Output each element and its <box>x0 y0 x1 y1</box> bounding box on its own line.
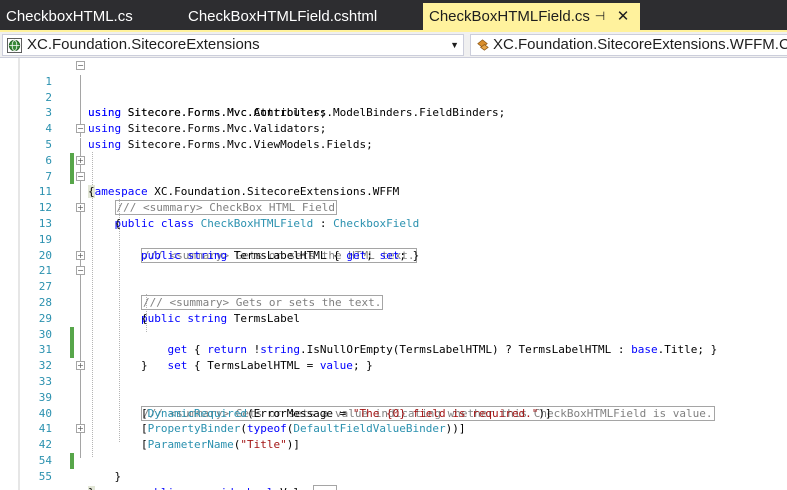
code-line[interactable]: 28 { <box>0 279 787 325</box>
project-dropdown[interactable]: XC.Foundation.SitecoreExtensions ▼ <box>2 34 464 56</box>
code-text: } <box>88 469 122 483</box>
code-line[interactable]: 30 set { TermsLabelHTML = value; } <box>0 311 787 373</box>
class-scope-dropdown[interactable]: XC.Foundation.SitecoreExtensions.WFFM.Ch… <box>470 34 787 56</box>
code-line[interactable]: 3 using Sitecore.Forms.Mvc.Validators; <box>0 90 787 135</box>
tab-checkboxhtml-cs[interactable]: CheckboxHTML.cs <box>0 3 176 30</box>
project-name: XC.Foundation.SitecoreExtensions <box>27 36 260 53</box>
tab-checkboxhtmlfield-cs[interactable]: CheckBoxHTMLField.cs ⊣ ✕ <box>423 3 640 30</box>
code-line[interactable]: 32 <box>0 342 787 372</box>
pin-icon[interactable]: ⊣ <box>591 3 609 30</box>
code-line[interactable]: 42 + public override bool Value... <box>0 421 787 490</box>
code-line[interactable]: 11 − public class CheckBoxHTMLField : Ch… <box>0 169 787 230</box>
collapse-icon[interactable]: − <box>76 124 85 134</box>
class-icon <box>477 39 489 51</box>
document-tab-strip: CheckboxHTML.cs CheckBoxHTMLField.cshtml… <box>0 0 787 30</box>
code-line[interactable]: 40 [PropertyBinder(typeof(DefaultFieldVa… <box>0 390 787 436</box>
expand-icon[interactable]: + <box>76 155 85 165</box>
code-editor[interactable]: 1 − using Sitecore.Forms.Mvc.Attributes;… <box>0 58 787 490</box>
globe-icon <box>7 38 22 53</box>
close-icon[interactable]: ✕ <box>613 3 633 30</box>
expand-icon[interactable]: + <box>76 250 85 260</box>
collapse-icon[interactable]: − <box>76 61 85 70</box>
code-line[interactable]: 55 } <box>0 453 787 490</box>
code-text: public override bool Value... <box>88 484 338 490</box>
expand-icon[interactable]: + <box>76 361 85 371</box>
chevron-down-icon: ▼ <box>450 40 459 50</box>
code-line[interactable]: 6 { <box>0 137 787 199</box>
code-line[interactable]: 4 using Sitecore.Forms.Mvc.ViewModels.Fi… <box>0 105 787 151</box>
expand-icon[interactable]: + <box>76 424 85 434</box>
navigation-bar: XC.Foundation.SitecoreExtensions ▼ XC.Fo… <box>0 32 787 58</box>
collapsed-region[interactable]: ... <box>313 484 338 490</box>
code-line[interactable]: 41 [ParameterName("Title")] <box>0 406 787 451</box>
code-line[interactable]: 31 } <box>0 327 787 372</box>
code-line[interactable]: 19 public string TermsLabelHTML { get; s… <box>0 216 787 262</box>
code-line[interactable]: 1 − using Sitecore.Forms.Mvc.Attributes; <box>0 58 787 119</box>
code-line[interactable]: 33 + /// <summary> Gets or sets a value … <box>0 358 787 421</box>
code-line[interactable]: 7 + /// <summary> CheckBox HTML Field <box>0 153 787 216</box>
code-line[interactable]: 5 − namespace XC.Foundation.SitecoreExte… <box>0 121 787 198</box>
code-line[interactable]: 20 <box>0 232 787 262</box>
class-scope-name: XC.Foundation.SitecoreExtensions.WFFM.Ch… <box>493 36 787 53</box>
code-line[interactable]: 13 + /// <summary> Gets or sets the HTML… <box>0 200 787 263</box>
tab-checkboxhtmlfield-cshtml[interactable]: CheckBoxHTMLField.cshtml <box>182 3 420 30</box>
expand-icon[interactable]: + <box>76 203 85 213</box>
code-line[interactable]: 21 + /// <summary> Gets or sets the text… <box>0 248 787 310</box>
tab-label: CheckBoxHTMLField.cs <box>429 8 590 25</box>
code-line[interactable]: 29 get { return !string.IsNullOrEmpty(Te… <box>0 295 787 357</box>
code-line[interactable]: 12 { <box>0 184 787 230</box>
code-line[interactable]: 54 } <box>0 437 787 483</box>
code-line[interactable]: 39 [DynamicRequired(ErrorMessage = "The … <box>0 374 787 420</box>
line-number: 55 <box>38 469 52 483</box>
code-line[interactable]: 2 using Sitecore.Forms.Mvc.Controllers.M… <box>0 74 787 120</box>
code-line[interactable]: 27 − public string TermsLabel <box>0 263 787 325</box>
collapse-icon[interactable]: − <box>76 171 85 181</box>
tab-label: CheckboxHTML.cs <box>6 8 133 25</box>
collapse-icon[interactable]: − <box>76 266 85 276</box>
tab-label: CheckBoxHTMLField.cshtml <box>188 8 378 25</box>
code-text: } <box>88 485 95 490</box>
